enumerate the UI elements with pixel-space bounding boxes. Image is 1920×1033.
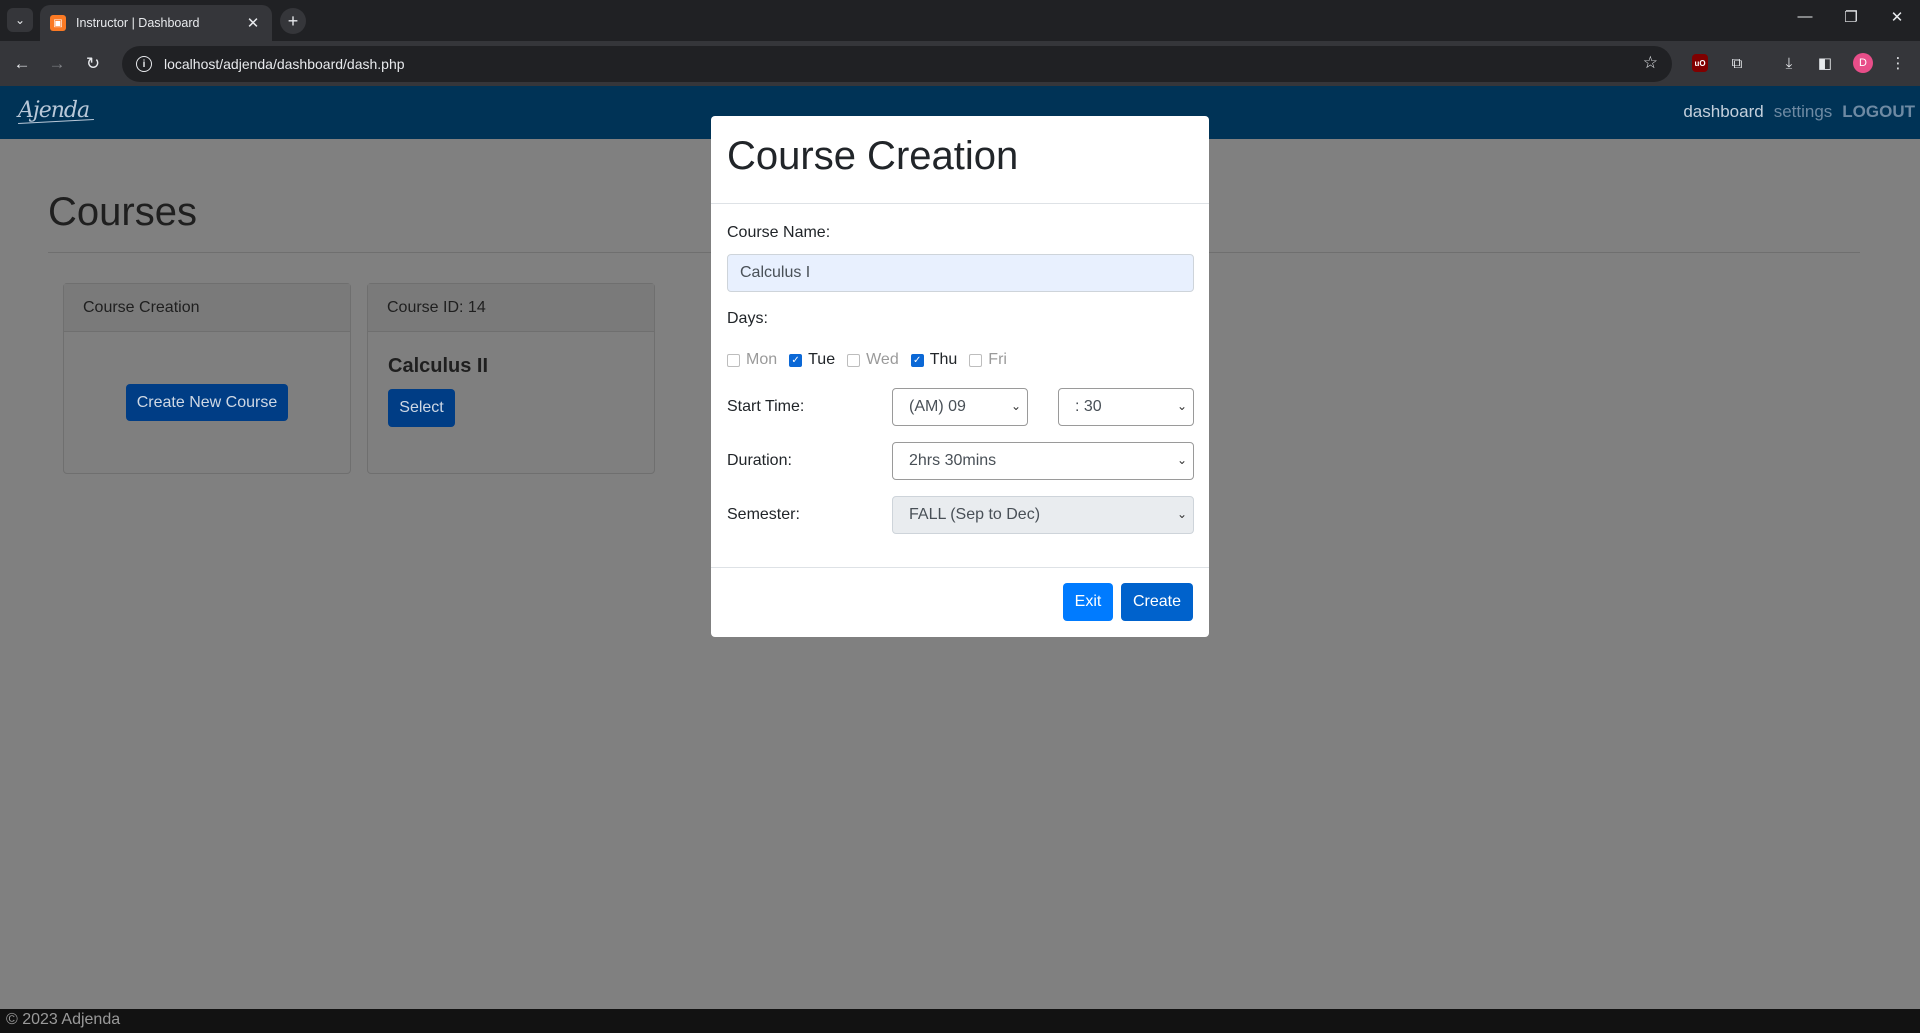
card-header: Course Creation <box>64 284 350 332</box>
course-card: Course ID: 14 Calculus II Select <box>367 283 655 474</box>
nav-logout-link[interactable]: LOGOUT <box>1842 102 1915 122</box>
course-title: Calculus II <box>388 355 489 377</box>
bookmark-star-icon[interactable]: ☆ <box>1643 53 1658 73</box>
favicon-icon: ▣ <box>50 15 66 31</box>
chevron-down-icon: ⌄ <box>1176 399 1187 413</box>
mon-checkbox[interactable] <box>727 353 740 367</box>
new-tab-icon[interactable]: + <box>280 8 306 34</box>
day-wed[interactable]: Wed <box>847 351 899 369</box>
tue-checkbox[interactable]: ✓ <box>789 353 803 367</box>
select-course-button[interactable]: Select <box>388 389 455 427</box>
downloads-icon[interactable]: ⤓ <box>1779 53 1799 73</box>
day-label: Fri <box>988 351 1007 368</box>
forward-icon[interactable]: → <box>44 51 70 77</box>
create-new-course-button[interactable]: Create New Course <box>126 384 288 421</box>
start-minute-value: : 30 <box>1075 398 1102 415</box>
day-label: Mon <box>746 351 778 368</box>
modal-header-divider <box>711 203 1209 204</box>
semester-select[interactable]: FALL (Sep to Dec) ⌄ <box>892 496 1194 534</box>
day-thu[interactable]: ✓ Thu <box>910 351 958 369</box>
site-info-icon[interactable]: i <box>136 56 152 72</box>
course-name-label: Course Name: <box>727 224 831 241</box>
course-name-input[interactable]: Calculus I <box>727 254 1194 292</box>
thu-checkbox[interactable]: ✓ <box>910 353 924 367</box>
page: Ajenda dashboard settings LOGOUT Courses… <box>0 86 1920 1033</box>
chevron-down-icon: ⌄ <box>1176 453 1187 467</box>
url-text: localhost/adjenda/dashboard/dash.php <box>164 56 405 72</box>
day-mon[interactable]: Mon <box>727 351 777 369</box>
exit-button[interactable]: Exit <box>1063 583 1113 621</box>
back-icon[interactable]: ← <box>9 51 35 77</box>
duration-value: 2hrs 30mins <box>909 452 997 469</box>
day-label: Tue <box>808 351 836 368</box>
extensions-puzzle-icon[interactable]: ⧉ <box>1727 53 1747 73</box>
start-time-label: Start Time: <box>727 398 805 415</box>
start-hour-select[interactable]: (AM) 09 ⌄ <box>892 388 1028 426</box>
modal-title: Course Creation <box>727 134 1019 178</box>
close-window-icon[interactable]: ✕ <box>1882 8 1912 26</box>
tab-title: Instructor | Dashboard <box>76 16 200 30</box>
browser-tab[interactable]: ▣ Instructor | Dashboard ✕ <box>40 5 272 41</box>
footer: © 2023 Adjenda <box>0 1009 1920 1033</box>
duration-label: Duration: <box>727 452 792 469</box>
reload-icon[interactable]: ↻ <box>80 51 106 77</box>
side-panel-icon[interactable]: ◧ <box>1815 53 1835 73</box>
chevron-down-icon: ⌄ <box>1010 399 1021 413</box>
card-header: Course ID: 14 <box>368 284 654 332</box>
nav-settings-link[interactable]: settings <box>1774 102 1833 122</box>
semester-value: FALL (Sep to Dec) <box>909 506 1041 523</box>
restore-icon[interactable]: ❐ <box>1836 8 1866 26</box>
fri-checkbox[interactable] <box>969 353 983 367</box>
ublock-extension-icon[interactable]: uO <box>1692 54 1708 72</box>
browser-toolbar: ← → ↻ i localhost/adjenda/dashboard/dash… <box>0 41 1920 86</box>
profile-avatar[interactable]: D <box>1853 53 1873 73</box>
day-label: Wed <box>866 351 899 368</box>
chevron-down-icon: ⌄ <box>1176 507 1187 521</box>
course-creation-card: Course Creation Create New Course <box>63 283 351 474</box>
browser-tab-bar: ⌄ ▣ Instructor | Dashboard ✕ + — ❐ ✕ <box>0 0 1920 41</box>
minimize-icon[interactable]: — <box>1790 8 1820 25</box>
day-tue[interactable]: ✓ Tue <box>789 351 835 369</box>
start-hour-value: (AM) 09 <box>909 398 966 415</box>
close-tab-icon[interactable]: ✕ <box>244 14 262 32</box>
create-button[interactable]: Create <box>1121 583 1193 621</box>
semester-label: Semester: <box>727 506 800 523</box>
address-bar[interactable]: i localhost/adjenda/dashboard/dash.php ☆ <box>122 46 1672 82</box>
day-fri[interactable]: Fri <box>969 351 1007 369</box>
day-label: Thu <box>929 351 958 368</box>
days-checkbox-group: Mon ✓ Tue Wed ✓ Thu Fri <box>727 351 1019 369</box>
tab-search-icon[interactable]: ⌄ <box>7 8 33 32</box>
days-label: Days: <box>727 310 768 327</box>
browser-menu-icon[interactable]: ⋮ <box>1888 53 1908 73</box>
start-minute-select[interactable]: : 30 ⌄ <box>1058 388 1194 426</box>
duration-select[interactable]: 2hrs 30mins ⌄ <box>892 442 1194 480</box>
modal-footer-divider <box>711 567 1209 568</box>
course-creation-modal: Course Creation Course Name: Calculus I … <box>711 116 1209 637</box>
wed-checkbox[interactable] <box>847 353 861 367</box>
page-title: Courses <box>48 190 197 234</box>
nav-dashboard-link[interactable]: dashboard <box>1683 102 1763 122</box>
